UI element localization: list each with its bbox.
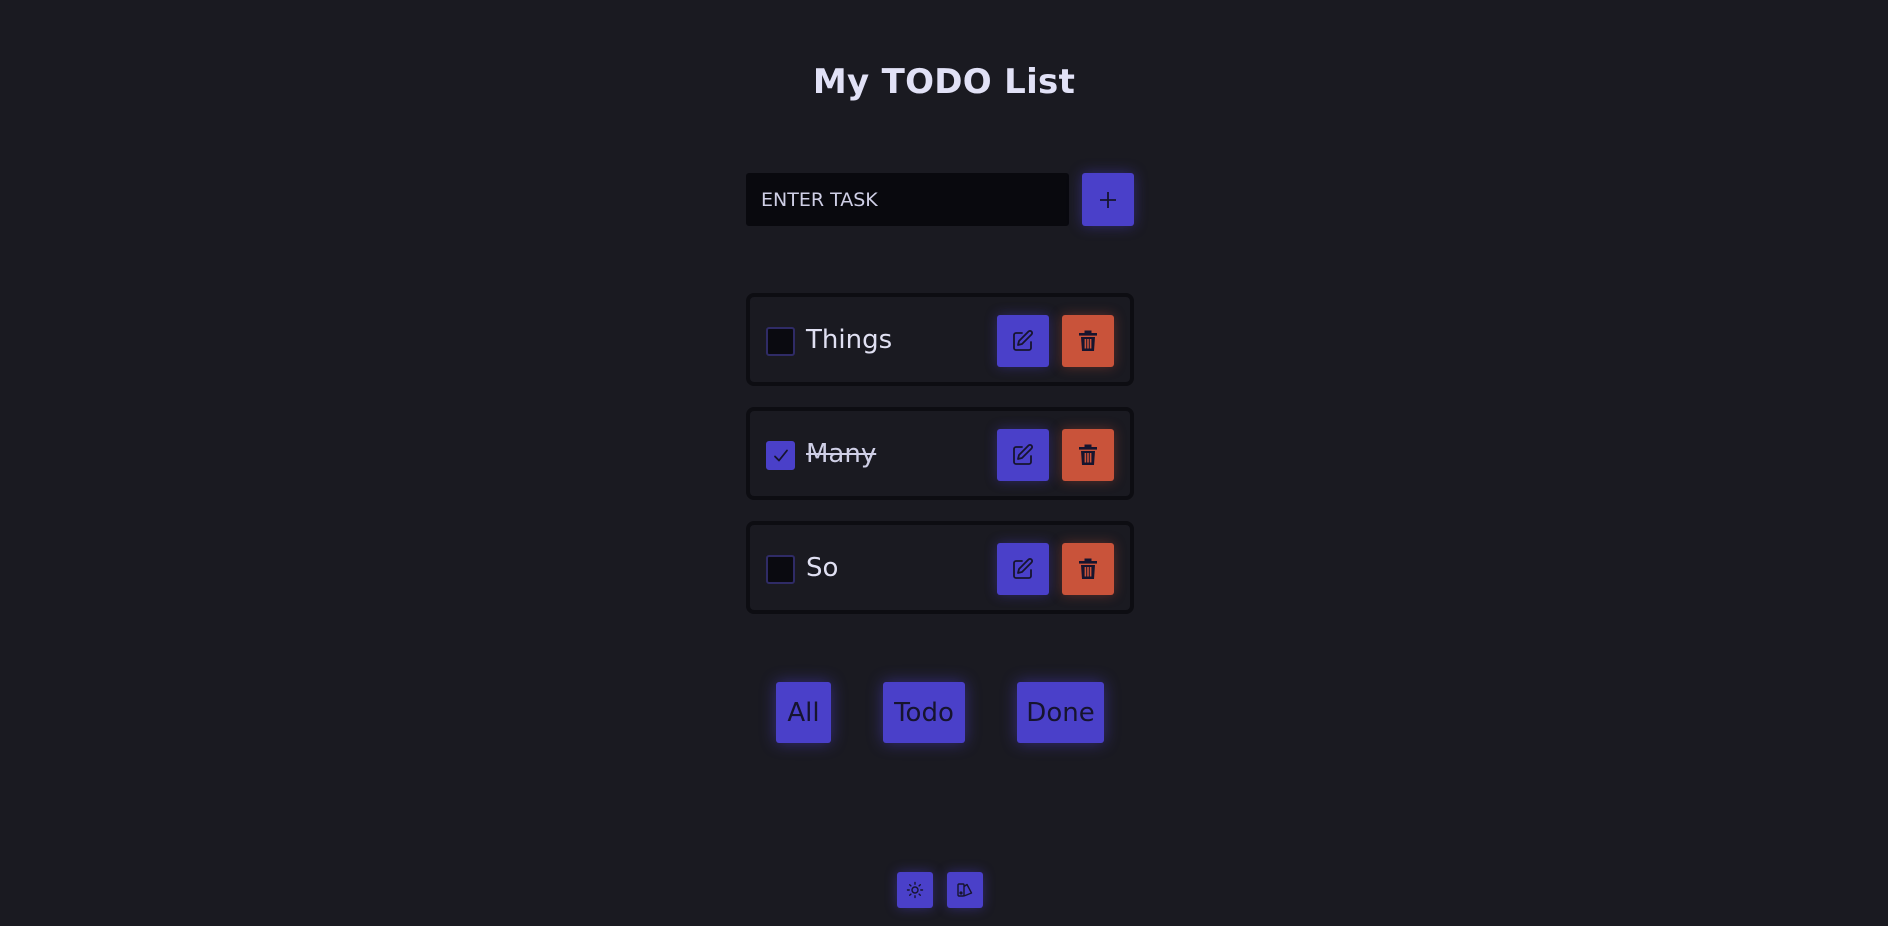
theme-toggle-button[interactable] [897, 872, 933, 908]
todo-text: Things [806, 325, 893, 355]
delete-button[interactable] [1062, 315, 1114, 367]
todo-checkbox[interactable] [766, 555, 795, 584]
palette-button[interactable] [947, 872, 983, 908]
todo-item: Things [746, 293, 1134, 386]
add-task-button[interactable] [1082, 173, 1134, 226]
todo-app: My TODO List Things [0, 0, 1888, 926]
todo-text: So [806, 553, 839, 583]
edit-button[interactable] [997, 543, 1049, 595]
delete-button[interactable] [1062, 429, 1114, 481]
checkmark-icon [772, 447, 790, 465]
pencil-square-icon [1011, 329, 1035, 353]
pencil-square-icon [1011, 557, 1035, 581]
task-input[interactable] [746, 173, 1069, 226]
plus-icon [1098, 190, 1118, 210]
filter-all-button[interactable]: All [776, 682, 831, 743]
todo-checkbox[interactable] [766, 441, 795, 470]
todo-text: Many [806, 439, 877, 469]
pencil-square-icon [1011, 443, 1035, 467]
todo-item: Many [746, 407, 1134, 500]
sun-icon [906, 881, 924, 899]
filter-done-button[interactable]: Done [1017, 682, 1104, 743]
todo-checkbox[interactable] [766, 327, 795, 356]
page-title: My TODO List [812, 62, 1076, 102]
edit-button[interactable] [997, 315, 1049, 367]
trash-icon [1077, 329, 1099, 353]
palette-icon [956, 881, 974, 899]
trash-icon [1077, 443, 1099, 467]
edit-button[interactable] [997, 429, 1049, 481]
delete-button[interactable] [1062, 543, 1114, 595]
filter-todo-button[interactable]: Todo [883, 682, 965, 743]
todo-item: So [746, 521, 1134, 614]
trash-icon [1077, 557, 1099, 581]
